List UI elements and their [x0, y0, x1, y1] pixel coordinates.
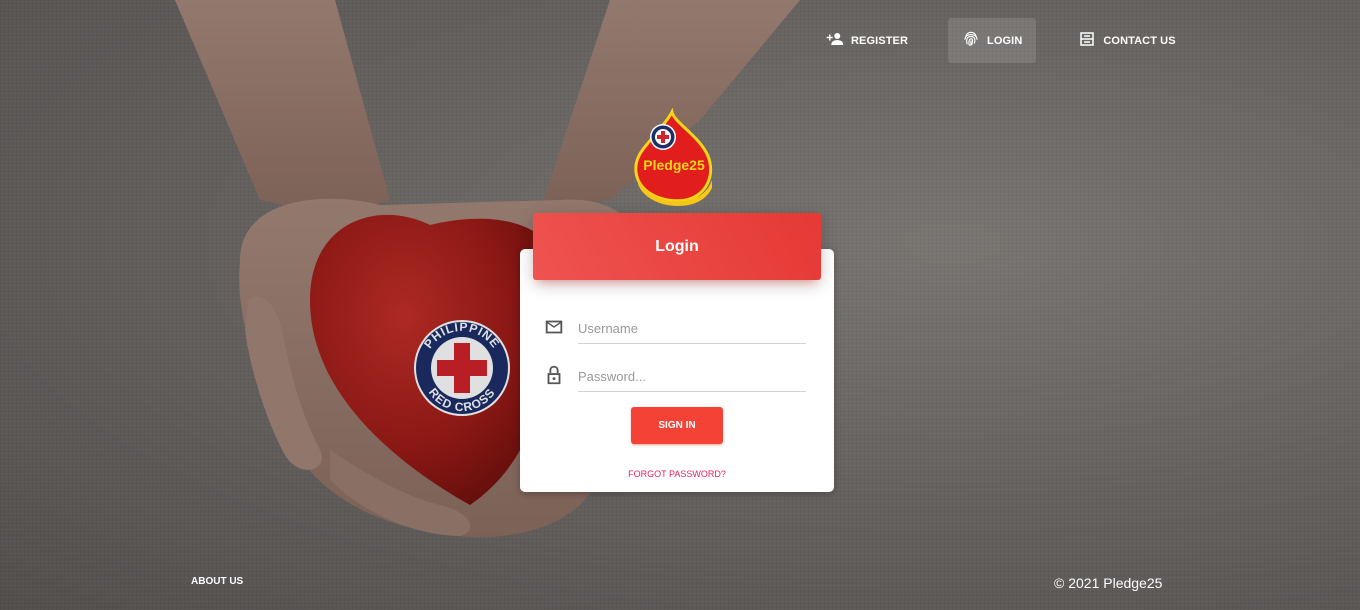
- nav-login-link[interactable]: LOGIN: [948, 18, 1037, 63]
- person-add-icon: [826, 30, 844, 51]
- nav-contact-link[interactable]: CONTACT US: [1064, 18, 1189, 63]
- forgot-password-link[interactable]: FORGOT PASSWORD?: [520, 469, 834, 479]
- nav-contact-label: CONTACT US: [1103, 34, 1176, 47]
- copyright-text: © 2021 Pledge25: [1054, 575, 1163, 591]
- contact-icon: [1078, 30, 1096, 51]
- mail-icon: [543, 316, 565, 338]
- fingerprint-icon: [962, 30, 980, 51]
- username-input[interactable]: [578, 313, 806, 344]
- password-field: [543, 361, 807, 393]
- login-card-header: Login: [533, 213, 821, 280]
- nav-register-link[interactable]: REGISTER: [812, 18, 922, 63]
- username-field: [543, 313, 807, 345]
- nav-login-label: LOGIN: [987, 34, 1023, 47]
- sign-in-button[interactable]: SIGN IN: [631, 407, 723, 444]
- nav-register-label: REGISTER: [851, 34, 909, 47]
- top-nav: REGISTER LOGIN CONTACT US: [812, 18, 1190, 63]
- svg-text:Pledge25: Pledge25: [643, 157, 705, 173]
- pledge25-logo: Pledge25: [634, 108, 713, 206]
- lock-icon: [543, 364, 565, 386]
- password-input[interactable]: [578, 361, 806, 392]
- login-title: Login: [655, 237, 699, 255]
- about-us-link[interactable]: ABOUT US: [191, 576, 243, 587]
